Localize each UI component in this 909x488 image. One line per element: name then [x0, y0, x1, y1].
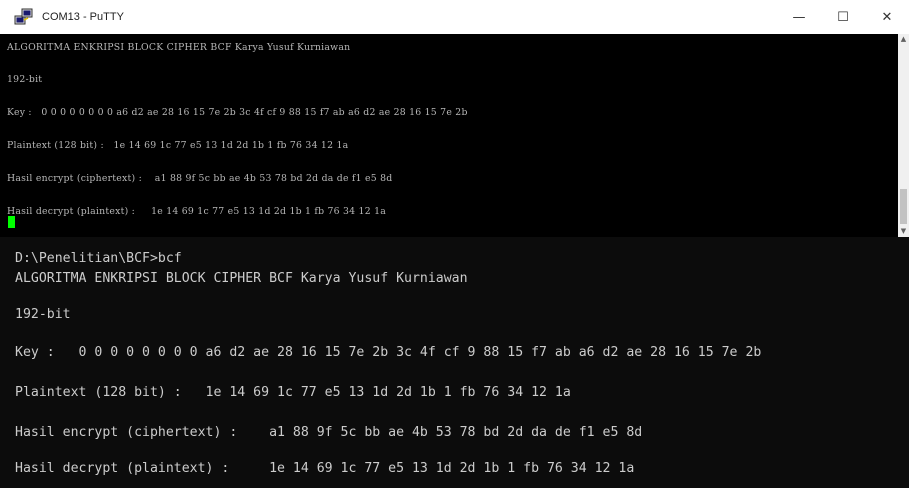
terminal-line-key: Key : 0 0 0 0 0 0 0 0 a6 d2 ae 28 16 15 … — [7, 107, 468, 118]
console-line-encrypt: Hasil encrypt (ciphertext) : a1 88 9f 5c… — [15, 425, 643, 440]
console-line-plaintext: Plaintext (128 bit) : 1e 14 69 1c 77 e5 … — [15, 385, 571, 400]
maximize-button[interactable]: ☐ — [821, 0, 865, 34]
window-controls: — ☐ ✕ — [777, 0, 909, 34]
scroll-down-arrow-icon[interactable]: ▼ — [898, 226, 909, 237]
terminal-line-plaintext: Plaintext (128 bit) : 1e 14 69 1c 77 e5 … — [7, 140, 349, 151]
terminal-line-encrypt: Hasil encrypt (ciphertext) : a1 88 9f 5c… — [7, 173, 393, 184]
putty-icon — [14, 7, 34, 27]
console-line-key: Key : 0 0 0 0 0 0 0 0 a6 d2 ae 28 16 15 … — [15, 345, 762, 360]
terminal-scrollbar[interactable]: ▲ ▼ — [898, 34, 909, 237]
console-line-decrypt: Hasil decrypt (plaintext) : 1e 14 69 1c … — [15, 461, 635, 476]
scroll-up-arrow-icon[interactable]: ▲ — [898, 34, 909, 45]
title-bar[interactable]: COM13 - PuTTY — ☐ ✕ — [0, 0, 909, 34]
terminal-cursor — [8, 216, 15, 228]
console-line-bits: 192-bit — [15, 307, 71, 322]
console-line-command: D:\Penelitian\BCF>bcf — [15, 251, 182, 266]
terminal-line-decrypt: Hasil decrypt (plaintext) : 1e 14 69 1c … — [7, 206, 387, 217]
command-prompt-console[interactable]: D:\Penelitian\BCF>bcf ALGORITMA ENKRIPSI… — [0, 237, 909, 488]
putty-terminal[interactable]: ALGORITMA ENKRIPSI BLOCK CIPHER BCF Kary… — [0, 34, 898, 237]
terminal-line-bits: 192-bit — [7, 74, 43, 85]
close-button[interactable]: ✕ — [865, 0, 909, 34]
minimize-button[interactable]: — — [777, 0, 821, 34]
scrollbar-thumb[interactable] — [900, 189, 907, 224]
putty-window: COM13 - PuTTY — ☐ ✕ ALGORITMA ENKRIPSI B… — [0, 0, 909, 488]
terminal-line-title: ALGORITMA ENKRIPSI BLOCK CIPHER BCF Kary… — [7, 42, 351, 53]
console-line-title: ALGORITMA ENKRIPSI BLOCK CIPHER BCF Kary… — [15, 271, 468, 286]
window-title: COM13 - PuTTY — [42, 11, 124, 23]
